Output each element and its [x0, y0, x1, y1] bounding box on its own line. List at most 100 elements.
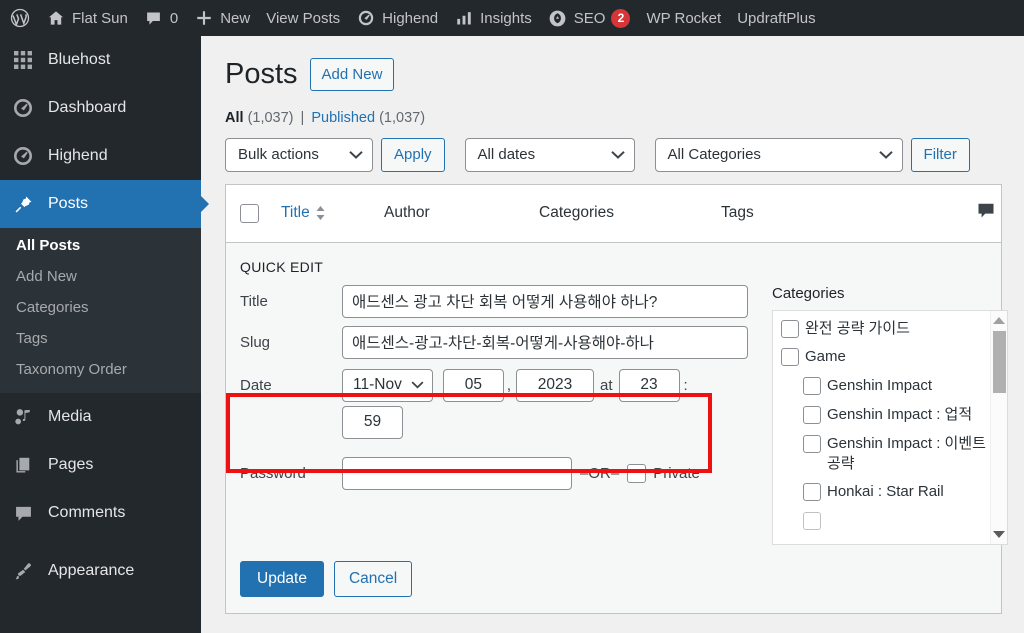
- category-checkbox[interactable]: [803, 512, 821, 531]
- category-filter-select[interactable]: All Categories: [654, 137, 903, 172]
- date-month-select[interactable]: 11-Nov: [342, 368, 433, 402]
- sidebar-item-posts[interactable]: Posts: [0, 180, 201, 228]
- date-day-input[interactable]: 05: [442, 368, 504, 402]
- date-colon-separator: :: [683, 376, 688, 394]
- adminbar-view-posts[interactable]: View Posts: [258, 0, 348, 36]
- date-month-value: 11-Nov: [353, 376, 402, 394]
- sidebar-item-label: Comments: [48, 504, 126, 521]
- adminbar-view-posts-label: View Posts: [266, 9, 341, 27]
- category-checkbox[interactable]: [803, 377, 821, 396]
- date-at-label: at: [600, 376, 613, 394]
- sidebar-item-media[interactable]: Media: [0, 393, 201, 441]
- sidebar-item-highend[interactable]: Highend: [0, 132, 201, 180]
- category-checkbox[interactable]: [781, 319, 799, 338]
- categories-scrollbar[interactable]: [990, 310, 1007, 544]
- column-header-title[interactable]: Title: [259, 204, 384, 222]
- gauge-icon: [8, 146, 38, 166]
- date-year-input[interactable]: 2023: [516, 368, 594, 402]
- category-item[interactable]: Game: [781, 347, 991, 367]
- gauge-icon: [356, 8, 376, 28]
- category-item[interactable]: Genshin Impact: [781, 376, 991, 396]
- sidebar-item-taxonomy-order[interactable]: Taxonomy Order: [0, 354, 201, 385]
- sidebar-item-add-new[interactable]: Add New: [0, 261, 201, 292]
- sort-indicator-icon[interactable]: [315, 205, 326, 221]
- quick-edit-title-input[interactable]: 애드센스 광고 차단 회복 어떻게 사용해야 하나?: [342, 284, 748, 318]
- adminbar-highend[interactable]: Highend: [348, 0, 446, 36]
- quick-edit-slug-input[interactable]: 애드센스-광고-차단-회복-어떻게-사용해야-하나: [342, 325, 748, 359]
- sidebar-item-comments[interactable]: Comments: [0, 489, 201, 537]
- quick-edit-title-label: Title: [240, 292, 268, 310]
- category-item[interactable]: [781, 511, 991, 531]
- adminbar-comment-count: 0: [169, 9, 179, 27]
- quick-edit-password-row: Password –OR– Private: [240, 456, 748, 490]
- filter-count-published: (1,037): [379, 109, 426, 126]
- category-item[interactable]: Honkai : Star Rail: [781, 482, 991, 502]
- date-minute-input[interactable]: 59: [342, 405, 403, 439]
- category-item[interactable]: Genshin Impact : 이벤트 공략: [781, 434, 991, 474]
- sidebar-item-appearance[interactable]: Appearance: [0, 547, 201, 595]
- page-header: Posts Add New: [225, 56, 1002, 94]
- chevron-down-icon: [349, 146, 363, 163]
- comment-icon: [8, 504, 38, 523]
- category-filter-value: All Categories: [667, 146, 761, 164]
- sidebar-item-all-posts[interactable]: All Posts: [0, 230, 201, 261]
- quick-edit-password-input[interactable]: [342, 456, 572, 490]
- adminbar-wordpress-logo[interactable]: [0, 0, 38, 36]
- adminbar-new-content[interactable]: New: [186, 0, 258, 36]
- category-item[interactable]: Genshin Impact : 업적: [781, 405, 991, 425]
- bulk-actions-value: Bulk actions: [238, 146, 319, 164]
- posts-list-table: Title Author Categories Tags QUICK EDIT …: [225, 183, 1008, 614]
- update-button[interactable]: Update: [240, 560, 324, 597]
- filter-link-all[interactable]: All: [225, 110, 244, 126]
- adminbar-comments[interactable]: 0: [136, 0, 186, 36]
- scrollbar-thumb[interactable]: [993, 330, 1006, 393]
- category-checkbox[interactable]: [803, 483, 821, 502]
- add-new-post-button[interactable]: Add New: [309, 58, 395, 92]
- password-or-label: –OR–: [580, 464, 620, 482]
- adminbar-wp-rocket[interactable]: WP Rocket: [638, 0, 729, 36]
- sidebar-item-pages[interactable]: Pages: [0, 441, 201, 489]
- categories-panel-title: Categories: [772, 284, 845, 302]
- category-label: Genshin Impact : 이벤트 공략: [827, 434, 986, 472]
- adminbar-insights[interactable]: Insights: [446, 0, 540, 36]
- sidebar-item-bluehost[interactable]: Bluehost: [0, 36, 201, 84]
- select-all-checkbox[interactable]: [240, 203, 259, 223]
- quick-edit-title-row: Title 애드센스 광고 차단 회복 어떻게 사용해야 하나?: [240, 284, 748, 318]
- adminbar-site-name-label: Flat Sun: [72, 9, 128, 27]
- category-checkbox[interactable]: [781, 348, 799, 367]
- filter-link-published[interactable]: Published: [311, 110, 375, 126]
- sidebar-item-tags[interactable]: Tags: [0, 323, 201, 354]
- adminbar-updraftplus[interactable]: UpdraftPlus: [729, 0, 823, 36]
- date-hour-input[interactable]: 23: [618, 368, 680, 402]
- column-header-comments[interactable]: [933, 201, 1001, 226]
- scroll-down-arrow-icon[interactable]: [993, 530, 1005, 538]
- category-label: Honkai : Star Rail: [827, 483, 944, 501]
- post-status-filter-links: All (1,037) | Published (1,037): [225, 110, 1002, 126]
- plus-icon: [194, 8, 214, 28]
- media-icon: [8, 408, 38, 427]
- table-header-row: Title Author Categories Tags: [226, 185, 1001, 243]
- comment-icon: [976, 201, 996, 226]
- sidebar-item-categories[interactable]: Categories: [0, 292, 201, 323]
- date-filter-select[interactable]: All dates: [464, 137, 635, 172]
- column-header-tags-label: Tags: [721, 204, 754, 222]
- category-checkbox[interactable]: [803, 434, 821, 453]
- category-item[interactable]: 완전 공략 가이드: [781, 319, 991, 339]
- column-header-title-label: Title: [281, 204, 310, 222]
- adminbar-highend-label: Highend: [382, 9, 439, 27]
- grid-icon: [8, 51, 38, 69]
- adminbar-site-name[interactable]: Flat Sun: [38, 0, 136, 36]
- sidebar-item-label: Highend: [48, 147, 108, 164]
- main-content: Posts Add New All (1,037) | Published (1…: [201, 36, 1024, 633]
- sidebar-item-dashboard[interactable]: Dashboard: [0, 84, 201, 132]
- scroll-up-arrow-icon[interactable]: [993, 316, 1005, 324]
- home-icon: [46, 8, 66, 28]
- category-checkbox[interactable]: [803, 406, 821, 425]
- comment-icon: [144, 8, 164, 28]
- cancel-button[interactable]: Cancel: [333, 560, 413, 597]
- filter-button[interactable]: Filter: [910, 137, 970, 172]
- adminbar-seo[interactable]: SEO 2: [540, 0, 639, 36]
- bulk-actions-select[interactable]: Bulk actions: [225, 137, 373, 172]
- private-checkbox[interactable]: [627, 463, 647, 483]
- apply-button[interactable]: Apply: [381, 137, 445, 172]
